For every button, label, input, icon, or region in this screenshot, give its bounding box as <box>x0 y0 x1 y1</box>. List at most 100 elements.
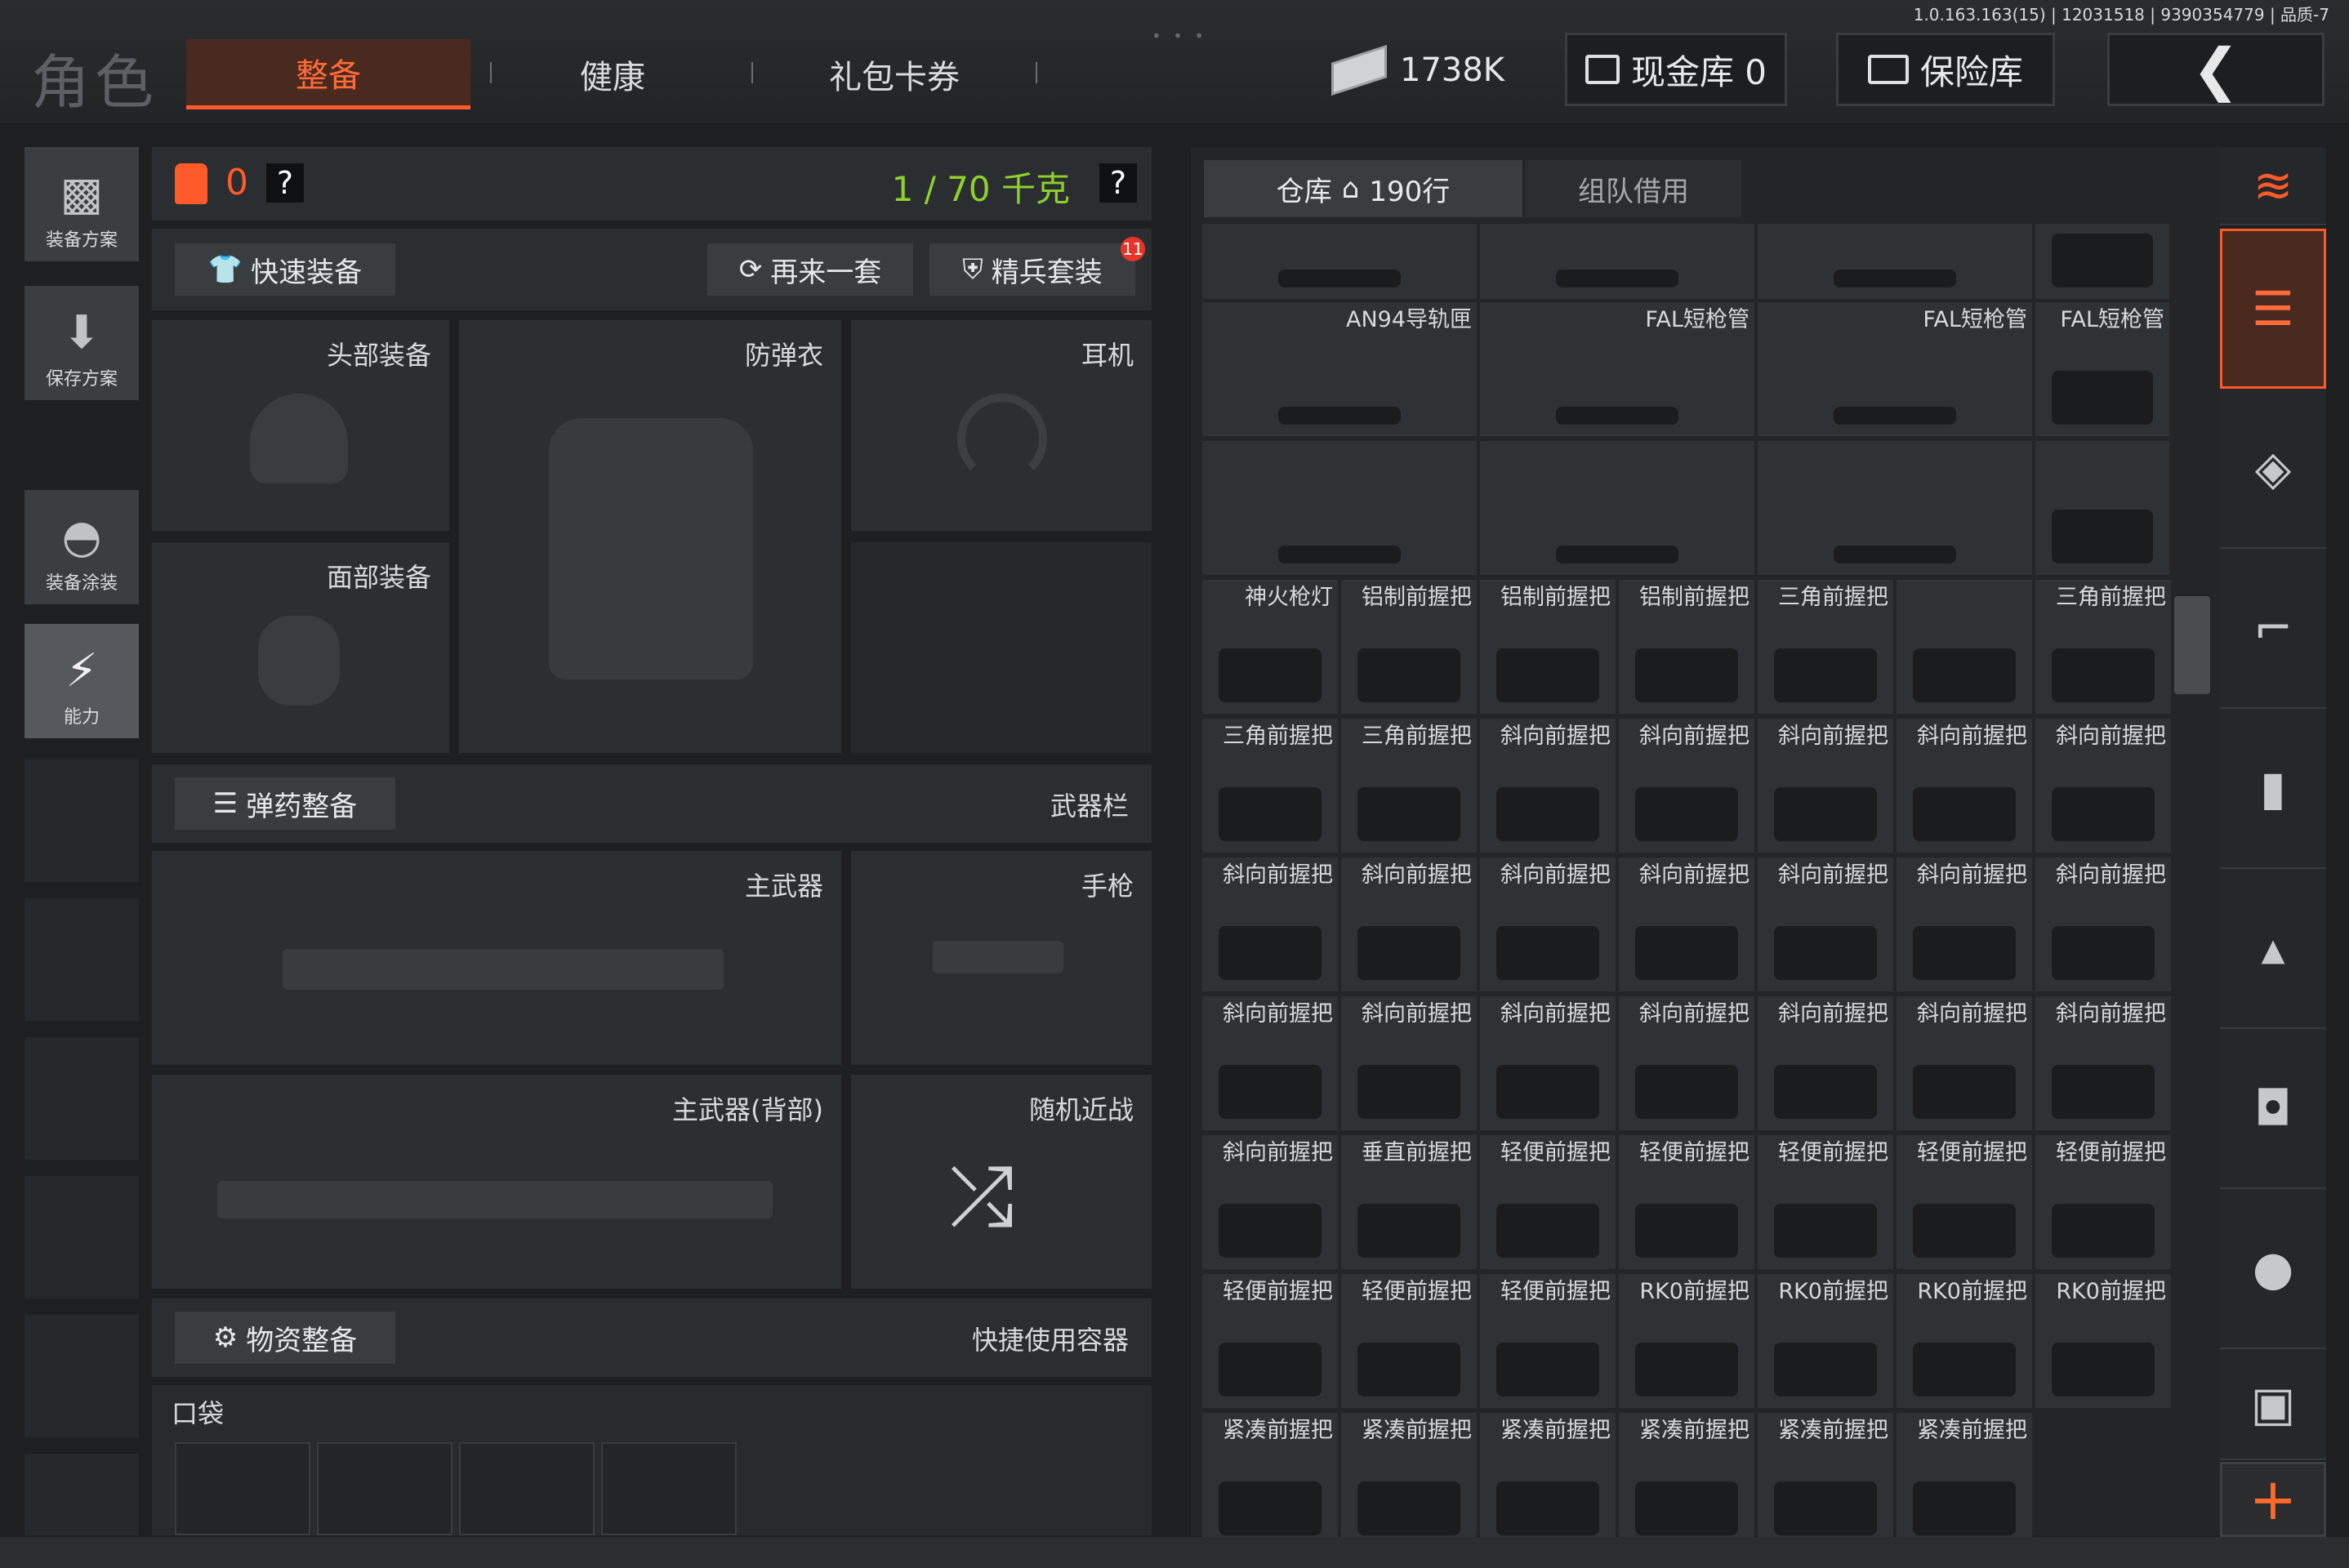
item-cell[interactable]: 斜向前握把 <box>1480 858 1616 991</box>
supplies-button[interactable]: ⚙ 物资整备 <box>175 1312 395 1364</box>
item-cell[interactable]: 斜向前握把 <box>1897 858 2032 991</box>
again-set-button[interactable]: ⟳ 再来一套 <box>707 243 913 296</box>
item-cell[interactable]: FAL短枪管 <box>1480 302 1754 436</box>
item-cell[interactable] <box>1480 224 1754 299</box>
item-cell[interactable]: 轻便前握把 <box>1341 1274 1477 1408</box>
item-cell[interactable]: 斜向前握把 <box>1758 858 1893 991</box>
item-cell[interactable]: 斜向前握把 <box>1202 1135 1338 1269</box>
filter-magazines[interactable]: ▮ <box>2220 709 2326 869</box>
pocket-slot[interactable] <box>175 1442 310 1535</box>
item-cell[interactable]: 轻便前握把 <box>1619 1135 1754 1269</box>
back-button[interactable]: ❮ <box>2107 33 2324 106</box>
filter-throwables[interactable]: ● <box>2220 1189 2326 1349</box>
elite-set-button[interactable]: ⛨ 精兵套装 <box>929 243 1135 296</box>
help-icon[interactable]: ? <box>266 163 304 203</box>
pocket-slot[interactable] <box>459 1442 595 1535</box>
quick-equip-button[interactable]: 👕 快速装备 <box>175 243 395 296</box>
item-cell[interactable]: 斜向前握把 <box>1480 719 1616 853</box>
item-cell[interactable]: 三角前握把 <box>1341 719 1477 853</box>
primary-weapon-slot[interactable]: 主武器 <box>152 851 841 1065</box>
item-cell[interactable] <box>2035 441 2169 575</box>
item-cell[interactable]: 铝制前握把 <box>1341 580 1477 714</box>
pistol-slot[interactable]: 手枪 <box>851 851 1152 1065</box>
item-cell[interactable]: 轻便前握把 <box>1897 1135 2032 1269</box>
item-cell[interactable]: 斜向前握把 <box>1758 719 1893 853</box>
item-cell[interactable] <box>1758 224 2032 299</box>
scrollbar-thumb[interactable] <box>2174 596 2210 694</box>
cash-vault-button[interactable]: 现金库 0 <box>1565 33 1787 106</box>
head-slot[interactable]: 头部装备 <box>152 320 449 531</box>
weight-help-icon[interactable]: ? <box>1099 163 1137 203</box>
item-cell[interactable] <box>1897 580 2032 714</box>
item-cell[interactable]: 斜向前握把 <box>1202 996 1338 1130</box>
item-cell[interactable]: 紧凑前握把 <box>1619 1413 1754 1547</box>
item-cell[interactable]: 斜向前握把 <box>2035 719 2171 853</box>
item-cell[interactable] <box>1758 441 2032 575</box>
item-cell[interactable]: 神火枪灯 <box>1202 580 1338 714</box>
item-cell[interactable]: 斜向前握把 <box>2035 858 2171 991</box>
headset-slot[interactable]: 耳机 <box>851 320 1152 531</box>
item-cell[interactable]: 三角前握把 <box>2035 580 2171 714</box>
item-cell[interactable]: 紧凑前握把 <box>1897 1413 2032 1547</box>
item-cell[interactable]: 轻便前握把 <box>1202 1274 1338 1408</box>
item-cell[interactable]: 斜向前握把 <box>1619 996 1754 1130</box>
armor-slot[interactable]: 防弹衣 <box>459 320 841 753</box>
item-cell[interactable]: 轻便前握把 <box>2035 1135 2171 1269</box>
tab-gift-cards[interactable]: 礼包卡券 <box>776 39 1013 109</box>
item-cell[interactable]: 斜向前握把 <box>1897 719 2032 853</box>
item-cell[interactable]: 紧凑前握把 <box>1202 1413 1338 1547</box>
item-cell[interactable]: 斜向前握把 <box>1480 996 1616 1130</box>
item-cell[interactable] <box>1202 441 1477 575</box>
safe-button[interactable]: 保险库 <box>1836 33 2055 106</box>
item-cell[interactable]: 垂直前握把 <box>1341 1135 1477 1269</box>
pocket-slot[interactable] <box>317 1442 452 1535</box>
item-cell[interactable]: 紧凑前握把 <box>1480 1413 1616 1547</box>
filter-weapons[interactable]: ⌐ <box>2220 549 2326 709</box>
item-cell[interactable]: 轻便前握把 <box>1480 1135 1616 1269</box>
item-cell[interactable]: RK0前握把 <box>1619 1274 1754 1408</box>
item-cell[interactable]: FAL短枪管 <box>2035 302 2169 436</box>
item-cell[interactable]: RK0前握把 <box>1897 1274 2032 1408</box>
item-cell[interactable]: FAL短枪管 <box>1758 302 2032 436</box>
tab-team-borrow[interactable]: 组队借用 <box>1526 160 1741 217</box>
filter-all[interactable]: ☰ <box>2220 229 2326 389</box>
item-cell[interactable]: 斜向前握把 <box>1341 858 1477 991</box>
pocket-slot[interactable] <box>601 1442 737 1535</box>
filter-attachments[interactable]: ◘ <box>2220 1029 2326 1189</box>
melee-slot[interactable]: 随机近战 ⤮ <box>851 1075 1152 1289</box>
sidebar-item-save-plan[interactable]: ⬇ 保存方案 <box>25 286 139 400</box>
back-weapon-slot[interactable]: 主武器(背部) <box>152 1075 841 1289</box>
item-cell[interactable]: 铝制前握把 <box>1480 580 1616 714</box>
filter-misc[interactable]: ▣ <box>2220 1349 2326 1460</box>
tab-warehouse[interactable]: 仓库 ⌂ 190行 <box>1204 160 1522 217</box>
item-cell[interactable]: 斜向前握把 <box>1341 996 1477 1130</box>
item-cell[interactable]: 斜向前握把 <box>1619 719 1754 853</box>
item-cell[interactable] <box>2035 224 2169 299</box>
face-slot[interactable]: 面部装备 <box>152 542 449 753</box>
item-cell[interactable]: RK0前握把 <box>1758 1274 1893 1408</box>
item-cell[interactable]: 斜向前握把 <box>2035 996 2171 1130</box>
item-cell[interactable]: 三角前握把 <box>1202 719 1338 853</box>
sidebar-item-loadout-plan[interactable]: ▩ 装备方案 <box>25 147 139 261</box>
filter-armor[interactable]: ◈ <box>2220 389 2326 549</box>
item-cell[interactable]: 铝制前握把 <box>1619 580 1754 714</box>
ammo-button[interactable]: ☰ 弹药整备 <box>175 777 395 830</box>
item-cell[interactable] <box>1480 441 1754 575</box>
sort-button[interactable]: ≋ <box>2220 147 2326 225</box>
add-button[interactable]: + <box>2220 1462 2326 1537</box>
item-cell[interactable]: 轻便前握把 <box>1480 1274 1616 1408</box>
item-cell[interactable]: 紧凑前握把 <box>1341 1413 1477 1547</box>
tab-health[interactable]: 健康 <box>506 39 719 109</box>
sidebar-item-ability[interactable]: ⚡ 能力 <box>25 624 139 738</box>
sidebar-item-skin[interactable]: ◓ 装备涂装 <box>25 490 139 604</box>
item-cell[interactable]: 斜向前握把 <box>1758 996 1893 1130</box>
item-cell[interactable]: RK0前握把 <box>2035 1274 2171 1408</box>
item-cell[interactable]: AN94导轨匣 <box>1202 302 1477 436</box>
item-cell[interactable]: 斜向前握把 <box>1897 996 2032 1130</box>
item-cell[interactable]: 斜向前握把 <box>1619 858 1754 991</box>
item-cell[interactable]: 三角前握把 <box>1758 580 1893 714</box>
item-cell[interactable] <box>1202 224 1477 299</box>
item-cell[interactable]: 轻便前握把 <box>1758 1135 1893 1269</box>
item-cell[interactable]: 斜向前握把 <box>1202 858 1338 991</box>
tab-equip[interactable]: 整备 <box>186 39 470 109</box>
